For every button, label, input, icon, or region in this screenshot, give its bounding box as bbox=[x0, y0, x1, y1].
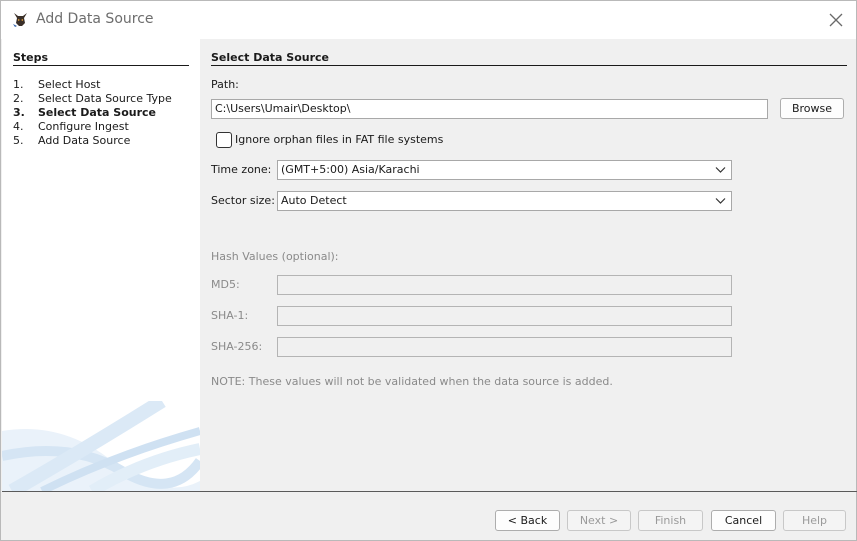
step-item: 5. Add Data Source bbox=[13, 134, 131, 147]
next-button[interactable]: Next > bbox=[567, 510, 631, 531]
md5-label: MD5: bbox=[211, 278, 240, 291]
help-button[interactable]: Help bbox=[783, 510, 846, 531]
section-title: Select Data Source bbox=[211, 51, 847, 66]
step-item: 1. Select Host bbox=[13, 78, 101, 91]
sector-size-select[interactable]: Auto Detect bbox=[277, 191, 732, 211]
close-icon bbox=[829, 13, 843, 27]
window-title: Add Data Source bbox=[36, 11, 154, 27]
chevron-down-icon bbox=[715, 198, 726, 204]
step-item-current: 3. Select Data Source bbox=[13, 106, 157, 119]
decorative-swoosh-graphic bbox=[2, 401, 200, 491]
browse-button[interactable]: Browse bbox=[780, 98, 844, 119]
hash-note: NOTE: These values will not be validated… bbox=[211, 375, 613, 388]
steps-title: Steps bbox=[13, 51, 189, 66]
sha1-field[interactable] bbox=[277, 306, 732, 326]
timezone-value: (GMT+5:00) Asia/Karachi bbox=[281, 163, 420, 176]
sector-size-value: Auto Detect bbox=[281, 194, 347, 207]
sha256-label: SHA-256: bbox=[211, 340, 263, 353]
path-label: Path: bbox=[211, 78, 239, 91]
step-label: Select Host bbox=[38, 78, 101, 91]
close-button[interactable] bbox=[822, 7, 850, 33]
path-input[interactable]: C:\Users\Umair\Desktop\ bbox=[211, 99, 768, 119]
step-item: 2. Select Data Source Type bbox=[13, 92, 172, 105]
timezone-label: Time zone: bbox=[211, 163, 272, 176]
ignore-orphan-checkbox[interactable] bbox=[216, 132, 232, 148]
sha256-field[interactable] bbox=[277, 337, 732, 357]
back-button[interactable]: < Back bbox=[495, 510, 560, 531]
steps-list: 1. Select Host 2. Select Data Source Type … bbox=[13, 78, 172, 148]
step-label: Add Data Source bbox=[38, 134, 131, 147]
timezone-select[interactable]: (GMT+5:00) Asia/Karachi bbox=[277, 160, 732, 180]
title-bar: Add Data Source bbox=[1, 1, 856, 39]
add-data-source-dialog: Add Data Source Steps 1. Select Host 2. Se… bbox=[0, 0, 857, 541]
step-label: Select Data Source bbox=[38, 106, 157, 119]
step-label: Select Data Source Type bbox=[38, 92, 172, 105]
autopsy-dog-icon bbox=[13, 13, 27, 27]
step-label: Configure Ingest bbox=[38, 120, 129, 133]
finish-button[interactable]: Finish bbox=[638, 510, 703, 531]
main-panel: Select Data Source Path: C:\Users\Umair\… bbox=[200, 39, 856, 491]
sha1-label: SHA-1: bbox=[211, 309, 249, 322]
sector-size-label: Sector size: bbox=[211, 194, 275, 207]
step-item: 4. Configure Ingest bbox=[13, 120, 129, 133]
steps-panel: Steps 1. Select Host 2. Select Data Source… bbox=[2, 39, 200, 491]
md5-field[interactable] bbox=[277, 275, 732, 295]
footer-separator bbox=[2, 491, 857, 492]
hash-values-header: Hash Values (optional): bbox=[211, 250, 339, 263]
ignore-orphan-label: Ignore orphan files in FAT file systems bbox=[235, 133, 444, 146]
cancel-button[interactable]: Cancel bbox=[711, 510, 776, 531]
chevron-down-icon bbox=[715, 167, 726, 173]
